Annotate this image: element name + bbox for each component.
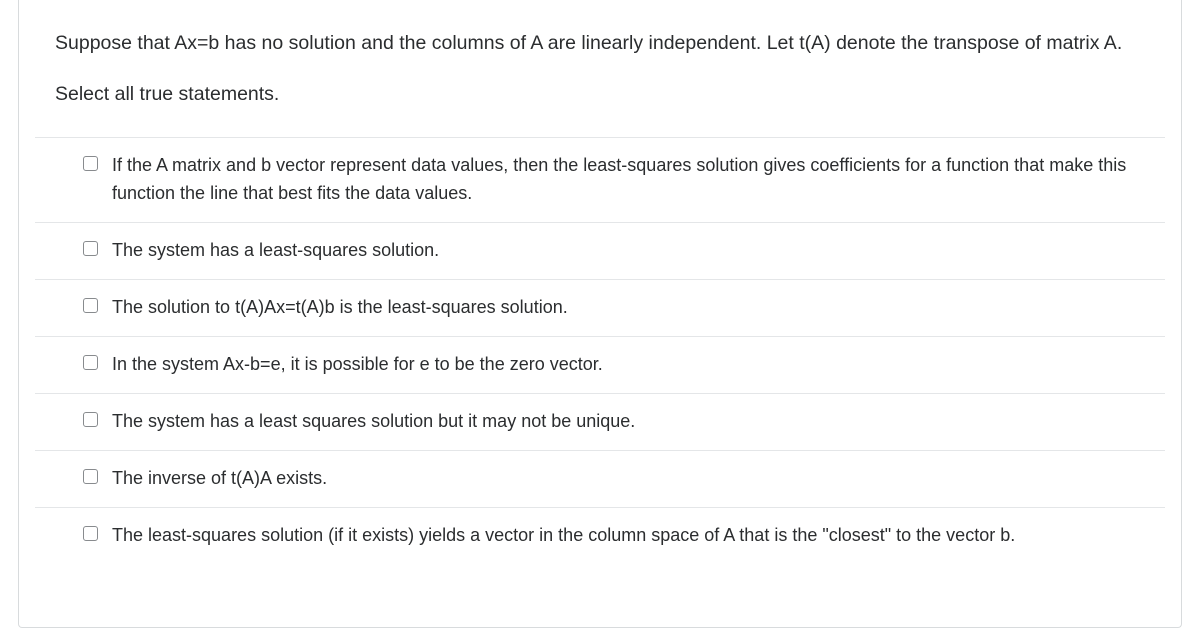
option-label: The system has a least squares solution … xyxy=(112,408,1145,436)
option-row[interactable]: The inverse of t(A)A exists. xyxy=(35,450,1165,507)
question-prompt: Suppose that Ax=b has no solution and th… xyxy=(55,28,1145,58)
option-row[interactable]: The least-squares solution (if it exists… xyxy=(35,507,1165,564)
checkbox-icon[interactable] xyxy=(83,241,98,256)
option-label: The inverse of t(A)A exists. xyxy=(112,465,1145,493)
question-card: Suppose that Ax=b has no solution and th… xyxy=(18,0,1182,628)
checkbox-icon[interactable] xyxy=(83,412,98,427)
option-row[interactable]: In the system Ax-b=e, it is possible for… xyxy=(35,336,1165,393)
option-label: The system has a least-squares solution. xyxy=(112,237,1145,265)
question-body: Suppose that Ax=b has no solution and th… xyxy=(19,0,1181,137)
option-label: The solution to t(A)Ax=t(A)b is the leas… xyxy=(112,294,1145,322)
checkbox-icon[interactable] xyxy=(83,526,98,541)
question-instruction: Select all true statements. xyxy=(55,80,1145,109)
option-label: If the A matrix and b vector represent d… xyxy=(112,152,1145,208)
option-label: The least-squares solution (if it exists… xyxy=(112,522,1145,550)
checkbox-icon[interactable] xyxy=(83,298,98,313)
checkbox-icon[interactable] xyxy=(83,156,98,171)
checkbox-icon[interactable] xyxy=(83,469,98,484)
option-label: In the system Ax-b=e, it is possible for… xyxy=(112,351,1145,379)
option-row[interactable]: If the A matrix and b vector represent d… xyxy=(35,137,1165,222)
option-row[interactable]: The system has a least-squares solution. xyxy=(35,222,1165,279)
options-list: If the A matrix and b vector represent d… xyxy=(19,137,1181,563)
option-row[interactable]: The solution to t(A)Ax=t(A)b is the leas… xyxy=(35,279,1165,336)
option-row[interactable]: The system has a least squares solution … xyxy=(35,393,1165,450)
checkbox-icon[interactable] xyxy=(83,355,98,370)
